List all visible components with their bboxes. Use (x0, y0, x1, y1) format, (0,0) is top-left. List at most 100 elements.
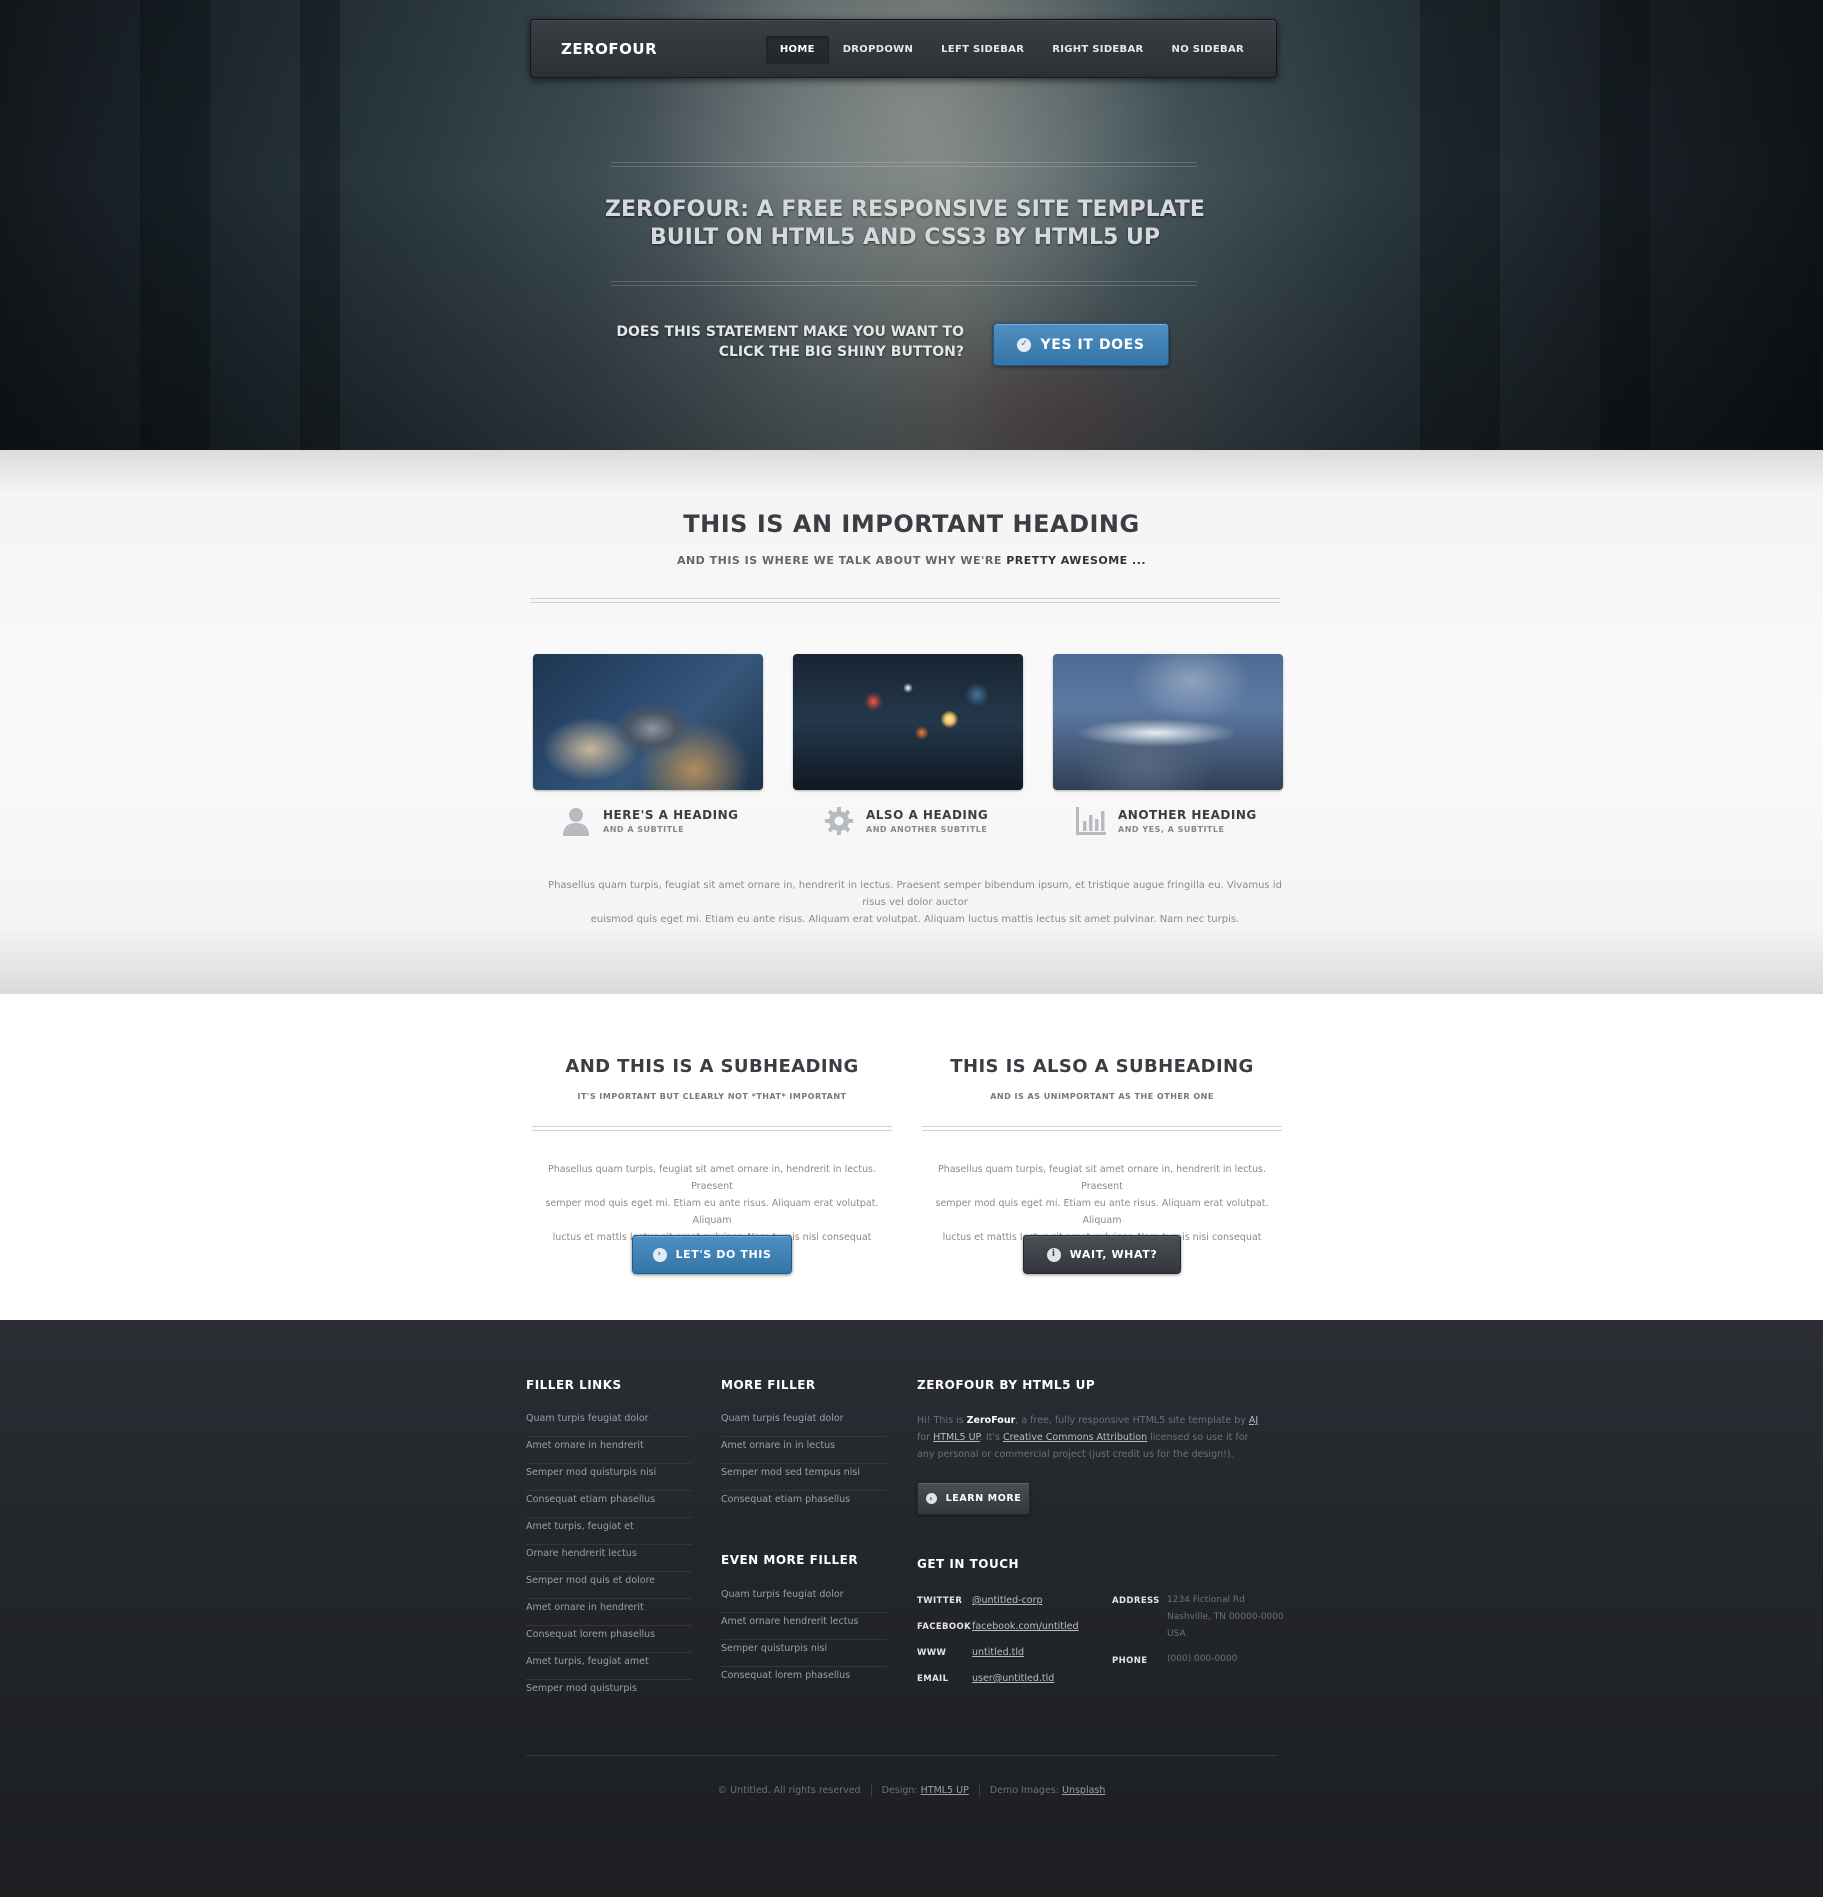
www-link[interactable]: untitled.tld (972, 1647, 1024, 1658)
about-link[interactable]: Creative Commons Attribution (1003, 1432, 1147, 1443)
hero-title: ZEROFOUR: A FREE RESPONSIVE SITE TEMPLAT… (560, 196, 1250, 252)
about-link[interactable]: AJ (1249, 1415, 1258, 1426)
footer-link[interactable]: Semper mod quisturpis (526, 1680, 692, 1707)
about-text: , a free, fully responsive HTML5 site te… (1015, 1415, 1249, 1426)
hero-cta-line: CLICK THE BIG SHINY BUTTON? (718, 344, 964, 360)
feature-image-rain[interactable] (793, 654, 1023, 790)
feature-image-cup[interactable] (1053, 654, 1283, 790)
address-line: Nashville, TN 00000-0000 (1167, 1612, 1284, 1622)
nav-right-sidebar[interactable]: RIGHT SIDEBAR (1038, 36, 1157, 64)
contact-label: TWITTER (917, 1596, 963, 1606)
footer-link[interactable]: Consequat lorem phasellus (526, 1626, 692, 1653)
features-paragraph: Phasellus quam turpis, feugiat sit amet … (540, 877, 1290, 928)
feature-title: ANOTHER HEADING (1118, 808, 1257, 822)
arrow-right-icon: › (925, 1493, 937, 1504)
footer-link[interactable]: Amet turpis, feugiat amet (526, 1653, 692, 1680)
subheading-divider (532, 1126, 892, 1131)
button-label: YES IT DOES (1040, 336, 1145, 353)
feature-image-camera[interactable] (533, 654, 763, 790)
footer-link[interactable]: Amet ornare in in lectus (721, 1437, 887, 1464)
feature-item: ANOTHER HEADING AND YES, A SUBTITLE (1076, 796, 1257, 846)
feature-item: HERE'S A HEADING AND A SUBTITLE (561, 796, 738, 846)
info-icon: i (1046, 1247, 1061, 1262)
nav-dropdown[interactable]: DROPDOWN (829, 36, 927, 64)
hero-divider-top (611, 162, 1197, 167)
arrow-right-icon: › (652, 1247, 667, 1262)
footer (0, 1320, 1823, 1897)
address-line: 1234 Fictional Rd (1167, 1595, 1245, 1605)
feature-title: HERE'S A HEADING (603, 808, 739, 822)
about-strong: ZeroFour (966, 1415, 1016, 1426)
footer-link[interactable]: Consequat etiam phasellus (526, 1491, 692, 1518)
main-nav: HOME DROPDOWN LEFT SIDEBAR RIGHT SIDEBAR… (765, 20, 1258, 79)
footer-link[interactable]: Consequat etiam phasellus (721, 1491, 887, 1518)
paragraph-line: Phasellus quam turpis, feugiat sit amet … (547, 1164, 877, 1192)
feature-title: ALSO A HEADING (866, 808, 989, 822)
email-link[interactable]: user@untitled.tld (972, 1673, 1054, 1684)
check-icon: ✓ (1017, 337, 1032, 352)
about-text: . It's (979, 1432, 1003, 1443)
user-icon (561, 806, 591, 836)
about-link[interactable]: HTML5 UP (933, 1432, 980, 1443)
address-value: 1234 Fictional Rd Nashville, TN 00000-00… (1167, 1592, 1284, 1643)
hero-divider-bottom (611, 281, 1197, 286)
contact-label: WWW (917, 1648, 947, 1658)
footer-link[interactable]: Semper mod sed tempus nisi (721, 1464, 887, 1491)
paragraph-line: Phasellus quam turpis, feugiat sit amet … (937, 1164, 1267, 1192)
footer-link[interactable]: Quam turpis feugiat dolor (526, 1410, 692, 1437)
main-subheading-text: AND THIS IS WHERE WE TALK ABOUT WHY WE'R… (676, 554, 1002, 567)
footer-link[interactable]: Amet ornare hendrerit lectus (721, 1613, 887, 1640)
footer-link[interactable]: Quam turpis feugiat dolor (721, 1586, 887, 1613)
gear-icon (824, 806, 854, 836)
footer-link[interactable]: Amet ornare in hendrerit (526, 1599, 692, 1626)
site-logo[interactable]: ZEROFOUR (561, 20, 657, 79)
hero-banner: ZEROFOUR HOME DROPDOWN LEFT SIDEBAR RIGH… (0, 0, 1823, 450)
hero-title-line: BUILT ON HTML5 AND CSS3 BY HTML5 UP (650, 225, 1160, 250)
about-text: for (917, 1432, 934, 1443)
images-link[interactable]: Unsplash (1062, 1785, 1105, 1796)
footer-link[interactable]: Semper quisturpis nisi (721, 1640, 887, 1667)
about-text: Hi! This is (917, 1415, 967, 1426)
footer-heading: GET IN TOUCH (917, 1557, 1020, 1571)
copyright-bar: © Untitled. All rights reserved Design: … (0, 1784, 1823, 1797)
separator (978, 1784, 980, 1797)
contact-label: ADDRESS (1112, 1596, 1160, 1606)
top-navbar: ZEROFOUR HOME DROPDOWN LEFT SIDEBAR RIGH… (530, 19, 1277, 78)
footer-link[interactable]: Semper mod quis et dolore (526, 1572, 692, 1599)
subheading-divider (922, 1126, 1282, 1131)
yes-it-does-button[interactable]: ✓ YES IT DOES (993, 323, 1169, 366)
paragraph-line: euismod quis eget mi. Etiam eu ante risu… (590, 914, 1240, 925)
footer-link[interactable]: Quam turpis feugiat dolor (721, 1410, 887, 1437)
footer-heading: FILLER LINKS (526, 1378, 622, 1392)
hero-cta-text: DOES THIS STATEMENT MAKE YOU WANT TO CLI… (600, 322, 964, 362)
nav-home[interactable]: HOME (765, 35, 829, 64)
hero-cta-line: DOES THIS STATEMENT MAKE YOU WANT TO (616, 324, 964, 340)
design-label: Design: (881, 1785, 918, 1796)
facebook-link[interactable]: facebook.com/untitled (972, 1621, 1079, 1632)
subheading-subtitle: AND IS AS UNIMPORTANT AS THE OTHER ONE (990, 1092, 1214, 1101)
footer-heading: EVEN MORE FILLER (721, 1553, 859, 1567)
contact-label: PHONE (1112, 1656, 1148, 1666)
wait-what-button[interactable]: i WAIT, WHAT? (1023, 1235, 1181, 1274)
nav-left-sidebar[interactable]: LEFT SIDEBAR (927, 36, 1038, 64)
footer-link[interactable]: Amet turpis, feugiat et (526, 1518, 692, 1545)
footer-link[interactable]: Consequat lorem phasellus (721, 1667, 887, 1694)
contact-label: EMAIL (917, 1674, 949, 1684)
hero-title-line: ZEROFOUR: A FREE RESPONSIVE SITE TEMPLAT… (605, 197, 1205, 222)
design-link[interactable]: HTML5 UP (921, 1785, 969, 1796)
learn-more-button[interactable]: › LEARN MORE (917, 1482, 1030, 1515)
lets-do-this-button[interactable]: › LET'S DO THIS (632, 1235, 792, 1274)
twitter-link[interactable]: @untitled-corp (972, 1595, 1043, 1606)
button-label: LEARN MORE (945, 1493, 1022, 1504)
feature-item: ALSO A HEADING AND ANOTHER SUBTITLE (824, 796, 988, 846)
copyright-text: © Untitled. All rights reserved (717, 1785, 861, 1796)
main-heading: THIS IS AN IMPORTANT HEADING (683, 510, 1140, 538)
footer-link[interactable]: Amet ornare in hendrerit (526, 1437, 692, 1464)
phone-value: (000) 000-0000 (1167, 1654, 1238, 1664)
nav-no-sidebar[interactable]: NO SIDEBAR (1158, 36, 1258, 64)
paragraph-line: Phasellus quam turpis, feugiat sit amet … (548, 880, 1282, 908)
footer-link[interactable]: Ornare hendrerit lectus (526, 1545, 692, 1572)
footer-link[interactable]: Semper mod quisturpis nisi (526, 1464, 692, 1491)
subheadings-section: AND THIS IS A SUBHEADING IT'S IMPORTANT … (0, 994, 1823, 1320)
button-label: LET'S DO THIS (675, 1248, 772, 1261)
